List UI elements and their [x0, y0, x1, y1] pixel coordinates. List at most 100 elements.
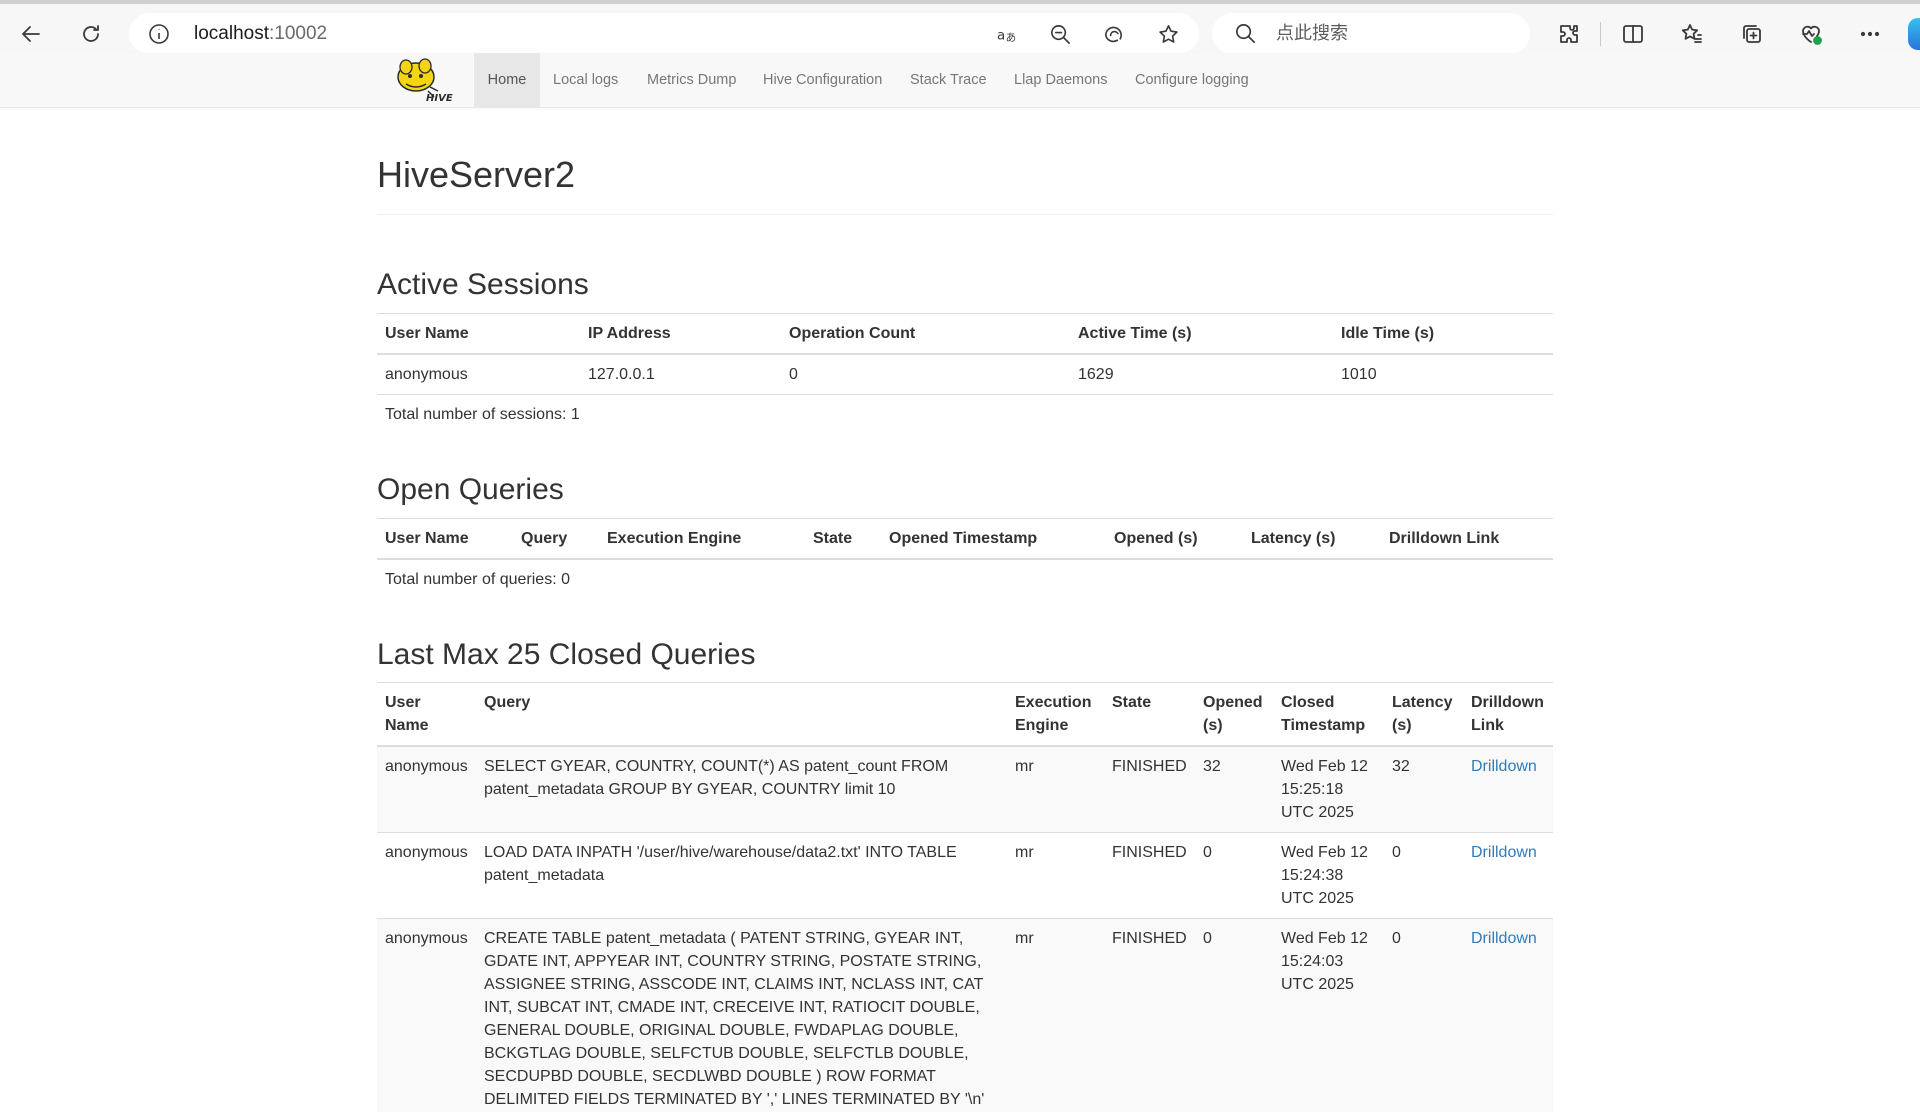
- query-latency: 0: [1384, 832, 1463, 919]
- zoom-out-icon[interactable]: [1047, 21, 1073, 47]
- query-closed-timestamp: Wed Feb 12 15:24:38 UTC 2025: [1273, 832, 1384, 919]
- column-header: User Name: [377, 518, 513, 560]
- extensions-button[interactable]: [1553, 18, 1585, 50]
- query-latency: 0: [1384, 918, 1463, 1112]
- column-header: Opened (s): [1106, 518, 1243, 560]
- table-total-row: Total number of sessions: 1: [377, 394, 1553, 434]
- url-text[interactable]: localhost:10002: [194, 23, 327, 45]
- session-ip: 127.0.0.1: [580, 353, 781, 395]
- favorite-star-icon[interactable]: [1155, 21, 1181, 47]
- query-state: FINISHED: [1104, 832, 1195, 919]
- sessions-total: Total number of sessions: 1: [377, 394, 1553, 434]
- query-closed-timestamp: Wed Feb 12 15:25:18 UTC 2025: [1273, 745, 1384, 833]
- column-header: Closed Timestamp: [1273, 682, 1384, 747]
- table-header-row: User Name Query Execution Engine State O…: [377, 682, 1553, 747]
- column-header: Opened (s): [1195, 682, 1273, 747]
- table-header-row: User Name Query Execution Engine State O…: [377, 518, 1553, 560]
- page-title: HiveServer2: [377, 154, 576, 195]
- query-text: LOAD DATA INPATH '/user/hive/warehouse/d…: [476, 832, 1007, 919]
- copilot-icon[interactable]: [1908, 18, 1920, 50]
- drilldown-cell: Drilldown: [1463, 745, 1553, 833]
- drilldown-link[interactable]: Drilldown: [1471, 758, 1537, 775]
- settings-more-button[interactable]: [1854, 18, 1886, 50]
- query-text: CREATE TABLE patent_metadata ( PATENT ST…: [476, 918, 1007, 1112]
- nav-local-logs[interactable]: Local logs: [553, 53, 618, 108]
- query-user: anonymous: [377, 832, 476, 919]
- hive-logo[interactable]: HIVE: [392, 57, 458, 104]
- read-aloud-icon[interactable]: aあ: [994, 21, 1020, 47]
- query-state: FINISHED: [1104, 745, 1195, 833]
- site-info-icon[interactable]: [148, 23, 170, 45]
- open-queries-table: User Name Query Execution Engine State O…: [377, 518, 1553, 599]
- query-user: anonymous: [377, 918, 476, 1112]
- query-state: FINISHED: [1104, 918, 1195, 1112]
- column-header: Operation Count: [781, 313, 1070, 355]
- table-row: anonymous CREATE TABLE patent_metadata (…: [377, 918, 1553, 1112]
- browser-essentials-button[interactable]: [1795, 18, 1827, 50]
- table-row: anonymous 127.0.0.1 0 1629 1010: [377, 353, 1553, 395]
- column-header: User Name: [377, 682, 476, 747]
- search-icon: [1234, 22, 1258, 46]
- svg-text:あ: あ: [1005, 32, 1016, 44]
- nav-llap-daemons[interactable]: Llap Daemons: [1014, 53, 1108, 108]
- column-header: State: [805, 518, 881, 560]
- drilldown-link[interactable]: Drilldown: [1471, 844, 1537, 861]
- column-header: Latency (s): [1243, 518, 1381, 560]
- edge-browser-essentials-icon[interactable]: [1100, 21, 1126, 47]
- active-sessions-table: User Name IP Address Operation Count Act…: [377, 313, 1553, 434]
- query-engine: mr: [1007, 745, 1104, 833]
- column-header: Execution Engine: [599, 518, 805, 560]
- session-user: anonymous: [377, 353, 580, 395]
- session-idle-time: 1010: [1333, 353, 1553, 395]
- split-screen-button[interactable]: [1617, 18, 1649, 50]
- column-header: Execution Engine: [1007, 682, 1104, 747]
- search-input[interactable]: [1276, 13, 1516, 54]
- table-row: anonymous LOAD DATA INPATH '/user/hive/w…: [377, 832, 1553, 919]
- split-screen-icon: [1623, 25, 1643, 43]
- query-user: anonymous: [377, 745, 476, 833]
- column-header: Latency (s): [1384, 682, 1463, 747]
- query-opened: 32: [1195, 745, 1273, 833]
- drilldown-cell: Drilldown: [1463, 918, 1553, 1112]
- drilldown-cell: Drilldown: [1463, 832, 1553, 919]
- heart-pulse-icon: [1802, 25, 1822, 45]
- closed-queries-table: User Name Query Execution Engine State O…: [377, 682, 1553, 1112]
- active-sessions-heading: Active Sessions: [377, 268, 589, 301]
- closed-queries-heading: Last Max 25 Closed Queries: [377, 638, 756, 671]
- nav-metrics-dump[interactable]: Metrics Dump: [647, 53, 736, 108]
- back-arrow-icon: [22, 26, 40, 42]
- session-operation-count: 0: [781, 353, 1070, 395]
- drilldown-link[interactable]: Drilldown: [1471, 930, 1537, 947]
- column-header: Active Time (s): [1070, 313, 1333, 355]
- nav-configure-logging[interactable]: Configure logging: [1135, 53, 1249, 108]
- back-button[interactable]: [15, 18, 47, 50]
- column-header: Query: [513, 518, 599, 560]
- query-latency: 32: [1384, 745, 1463, 833]
- open-queries-heading: Open Queries: [377, 473, 564, 506]
- nav-stack-trace[interactable]: Stack Trace: [910, 53, 987, 108]
- hive-logo-text: HIVE: [426, 93, 453, 103]
- column-header: Drilldown Link: [1463, 682, 1553, 747]
- title-divider: [377, 214, 1553, 215]
- nav-hive-configuration[interactable]: Hive Configuration: [763, 53, 882, 108]
- query-engine: mr: [1007, 832, 1104, 919]
- column-header: Query: [476, 682, 1007, 747]
- column-header: State: [1104, 682, 1195, 747]
- refresh-button[interactable]: [75, 18, 107, 50]
- table-header-row: User Name IP Address Operation Count Act…: [377, 313, 1553, 355]
- query-opened: 0: [1195, 832, 1273, 919]
- column-header: IP Address: [580, 313, 781, 355]
- column-header: Idle Time (s): [1333, 313, 1553, 355]
- refresh-icon: [83, 25, 99, 42]
- more-dots-icon: [1860, 31, 1880, 37]
- query-closed-timestamp: Wed Feb 12 15:24:03 UTC 2025: [1273, 918, 1384, 1112]
- favorites-button[interactable]: [1676, 18, 1708, 50]
- url-port: :10002: [269, 23, 328, 44]
- address-bar[interactable]: localhost:10002 aあ: [129, 13, 1199, 54]
- url-host: localhost: [194, 23, 269, 44]
- search-bar[interactable]: [1212, 13, 1530, 54]
- puzzle-icon: [1560, 25, 1578, 43]
- nav-home[interactable]: Home: [474, 53, 540, 108]
- collections-icon: [1743, 25, 1761, 43]
- collections-button[interactable]: [1736, 18, 1768, 50]
